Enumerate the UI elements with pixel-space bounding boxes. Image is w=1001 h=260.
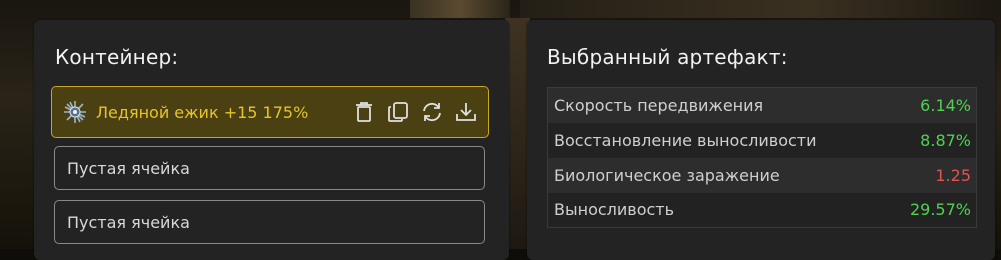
stat-name: Скорость передвижения	[554, 95, 764, 115]
container-title: Контейнер:	[55, 45, 179, 69]
table-row: Восстановление выносливости 8.87%	[547, 122, 977, 158]
empty-slot-label: Пустая ячейка	[67, 212, 190, 232]
stat-value: 29.57%	[909, 200, 971, 220]
table-row: Биологическое заражение 1.25	[547, 157, 977, 193]
artifact-stats-table: Скорость передвижения 6.14% Восстановлен…	[547, 87, 977, 228]
table-row: Выносливость 29.57%	[547, 192, 977, 228]
trash-icon[interactable]	[352, 100, 376, 124]
container-slot-empty[interactable]: Пустая ячейка	[54, 200, 485, 244]
stat-name: Биологическое заражение	[554, 165, 780, 185]
container-slot-selected[interactable]: Ледяной ежик +15 175%	[51, 86, 489, 138]
stat-name: Выносливость	[554, 200, 675, 220]
stat-value: 8.87%	[920, 130, 971, 150]
download-icon[interactable]	[454, 100, 478, 124]
selected-artifact-label: Ледяной ежик +15 175%	[96, 102, 309, 122]
background-frame	[410, 0, 510, 18]
stat-value: 1.25	[935, 165, 971, 185]
empty-slot-label: Пустая ячейка	[67, 158, 190, 178]
background-beam	[520, 0, 1001, 18]
slot-actions	[352, 87, 478, 137]
refresh-icon[interactable]	[420, 100, 444, 124]
artifact-title: Выбранный артефакт:	[547, 45, 788, 69]
container-slot-empty[interactable]: Пустая ячейка	[54, 146, 485, 190]
container-panel: Контейнер: Ледяной ежик +15 175% Пустая …	[34, 20, 509, 260]
artifact-panel: Выбранный артефакт: Скорость передвижени…	[527, 20, 995, 260]
table-row: Скорость передвижения 6.14%	[547, 87, 977, 123]
ice-hedgehog-artifact-icon	[62, 99, 88, 125]
stat-value: 6.14%	[920, 95, 971, 115]
stat-name: Восстановление выносливости	[554, 130, 817, 150]
copy-icon[interactable]	[386, 100, 410, 124]
